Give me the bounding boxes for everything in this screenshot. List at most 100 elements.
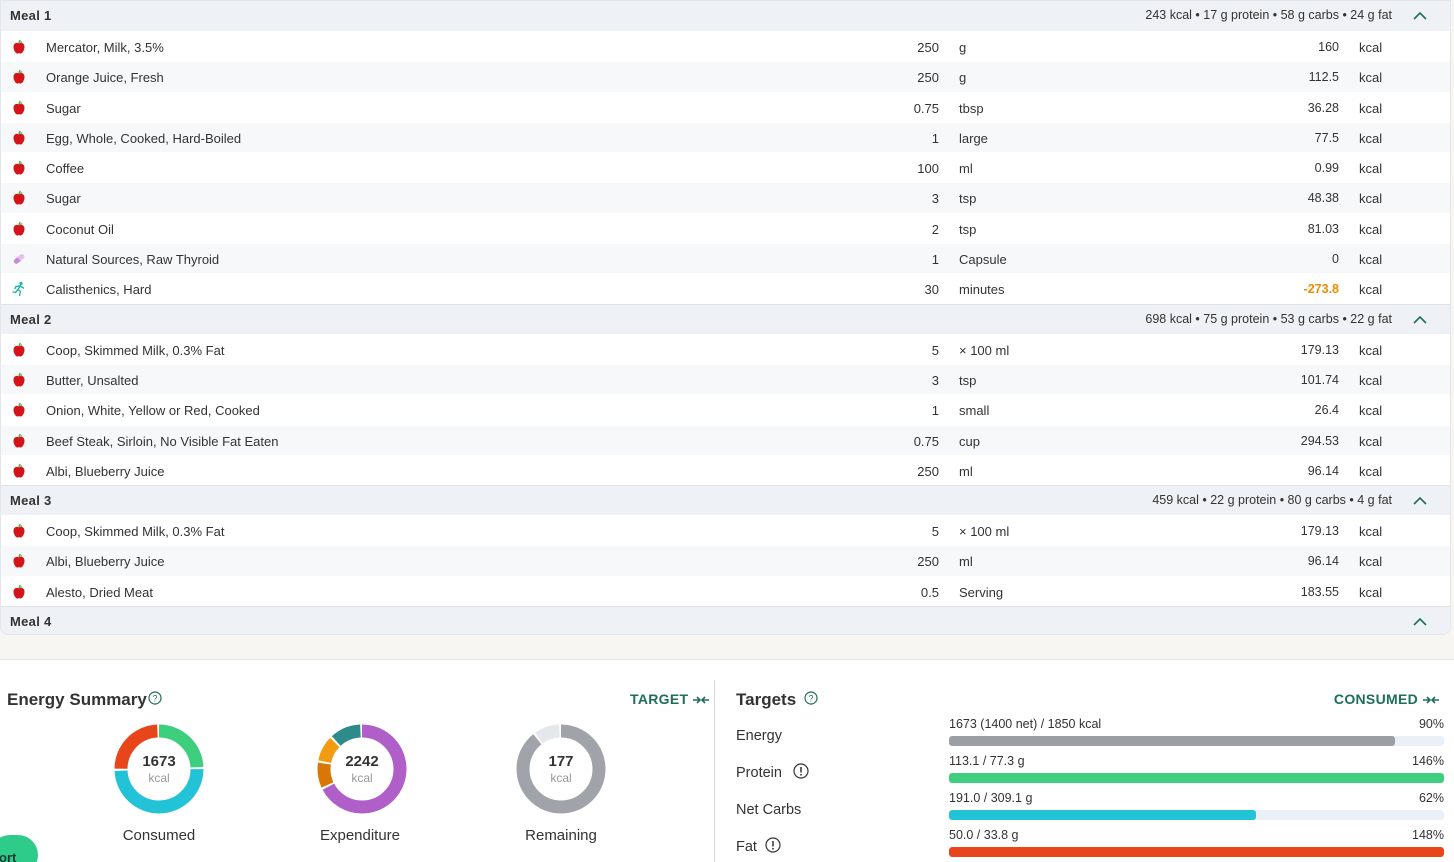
target-label: Net Carbs bbox=[736, 802, 802, 818]
food-unit[interactable]: tbsp bbox=[959, 101, 984, 116]
food-name[interactable]: Orange Juice, Fresh bbox=[46, 70, 164, 85]
apple-icon bbox=[13, 130, 25, 145]
collapse-button[interactable] bbox=[1412, 9, 1428, 23]
food-row[interactable]: Coop, Skimmed Milk, 0.3% Fat 5 × 100 ml 179… bbox=[1, 515, 1450, 545]
apple-icon bbox=[13, 523, 25, 538]
meal-header[interactable]: Meal 4 bbox=[1, 606, 1450, 634]
food-name[interactable]: Albi, Blueberry Juice bbox=[46, 464, 165, 479]
food-unit[interactable]: Serving bbox=[959, 585, 1003, 600]
food-name[interactable]: Sugar bbox=[46, 191, 81, 206]
target-progress-bar bbox=[949, 810, 1444, 820]
chevron-up-icon bbox=[1413, 497, 1427, 505]
food-unit[interactable]: cup bbox=[959, 434, 980, 449]
food-amount[interactable]: 250 bbox=[917, 464, 939, 479]
food-name[interactable]: Butter, Unsalted bbox=[46, 373, 139, 388]
food-name[interactable]: Egg, Whole, Cooked, Hard-Boiled bbox=[46, 131, 241, 146]
meal-header[interactable]: Meal 1 243 kcal • 17 g protein • 58 g car… bbox=[1, 1, 1450, 31]
target-progress-fill bbox=[949, 736, 1395, 746]
food-row[interactable]: Sugar 0.75 tbsp 36.28 kcal bbox=[1, 91, 1450, 122]
food-unit[interactable]: tsp bbox=[959, 373, 976, 388]
meal-header[interactable]: Meal 2 698 kcal • 75 g protein • 53 g car… bbox=[1, 303, 1450, 334]
food-amount[interactable]: 0.75 bbox=[914, 434, 939, 449]
food-amount[interactable]: 0.75 bbox=[914, 101, 939, 116]
food-amount[interactable]: 250 bbox=[917, 40, 939, 55]
target-toggle[interactable]: TARGET bbox=[630, 691, 710, 707]
food-unit[interactable]: ml bbox=[959, 161, 973, 176]
food-amount[interactable]: 30 bbox=[925, 282, 939, 297]
donut-unit: kcal bbox=[148, 771, 170, 785]
food-amount[interactable]: 250 bbox=[917, 554, 939, 569]
food-row[interactable]: Orange Juice, Fresh 250 g 112.5 kcal bbox=[1, 61, 1450, 92]
food-row[interactable]: Coconut Oil 2 tsp 81.03 kcal bbox=[1, 212, 1450, 243]
food-kcal: 101.74 bbox=[1300, 372, 1339, 387]
food-amount[interactable]: 5 bbox=[932, 524, 939, 539]
food-name[interactable]: Onion, White, Yellow or Red, Cooked bbox=[46, 403, 260, 418]
food-unit[interactable]: × 100 ml bbox=[959, 524, 1009, 539]
food-row[interactable]: Egg, Whole, Cooked, Hard-Boiled 1 large 77.… bbox=[1, 121, 1450, 153]
food-name[interactable]: Sugar bbox=[46, 101, 81, 116]
food-amount[interactable]: 2 bbox=[932, 222, 939, 237]
target-label: Protein bbox=[736, 765, 782, 781]
food-amount[interactable]: 250 bbox=[917, 70, 939, 85]
target-progress-fill bbox=[949, 847, 1444, 857]
food-row[interactable]: Alesto, Dried Meat 0.5 Serving 183.55 kcal bbox=[1, 575, 1450, 606]
food-unit[interactable]: tsp bbox=[959, 222, 976, 237]
help-icon[interactable]: ? bbox=[148, 691, 162, 705]
food-row[interactable]: Calisthenics, Hard 30 minutes -273.8 kcal bbox=[1, 273, 1450, 303]
energy-donut[interactable]: 177 kcal bbox=[515, 723, 607, 815]
food-unit[interactable]: g bbox=[959, 40, 966, 55]
food-row[interactable]: Coop, Skimmed Milk, 0.3% Fat 5 × 100 ml 179… bbox=[1, 333, 1450, 364]
food-name[interactable]: Calisthenics, Hard bbox=[46, 282, 152, 297]
food-unit[interactable]: minutes bbox=[959, 282, 1005, 297]
chevron-up-icon bbox=[1413, 315, 1427, 324]
help-icon[interactable]: ? bbox=[804, 691, 818, 705]
collapse-button[interactable] bbox=[1412, 313, 1428, 327]
food-amount[interactable]: 3 bbox=[932, 373, 939, 388]
food-row[interactable]: Butter, Unsalted 3 tsp 101.74 kcal bbox=[1, 363, 1450, 395]
kcal-unit: kcal bbox=[1359, 191, 1383, 207]
energy-donut[interactable]: 1673 kcal bbox=[113, 723, 205, 815]
food-amount[interactable]: 5 bbox=[932, 343, 939, 358]
food-unit[interactable]: × 100 ml bbox=[959, 343, 1009, 358]
food-unit[interactable]: ml bbox=[959, 554, 973, 569]
food-unit[interactable]: ml bbox=[959, 464, 973, 479]
info-icon[interactable] bbox=[793, 763, 809, 779]
energy-donut[interactable]: 2242 kcal bbox=[316, 723, 408, 815]
food-row[interactable]: Coffee 100 ml 0.99 kcal bbox=[1, 152, 1450, 182]
food-row[interactable]: Mercator, Milk, 3.5% 250 g 160 kcal bbox=[1, 31, 1450, 61]
food-unit[interactable]: tsp bbox=[959, 191, 976, 206]
food-amount[interactable]: 0.5 bbox=[921, 585, 939, 600]
food-row[interactable]: Onion, White, Yellow or Red, Cooked 1 smal… bbox=[1, 394, 1450, 424]
food-name[interactable]: Mercator, Milk, 3.5% bbox=[46, 40, 164, 55]
food-unit[interactable]: small bbox=[959, 403, 989, 418]
food-row[interactable]: Sugar 3 tsp 48.38 kcal bbox=[1, 182, 1450, 213]
food-name[interactable]: Coffee bbox=[46, 161, 84, 176]
food-amount[interactable]: 1 bbox=[932, 403, 939, 418]
food-name[interactable]: Coop, Skimmed Milk, 0.3% Fat bbox=[46, 343, 224, 358]
food-name[interactable]: Natural Sources, Raw Thyroid bbox=[46, 252, 219, 267]
food-amount[interactable]: 1 bbox=[932, 131, 939, 146]
food-unit[interactable]: g bbox=[959, 70, 966, 85]
food-amount[interactable]: 1 bbox=[932, 252, 939, 267]
food-amount[interactable]: 3 bbox=[932, 191, 939, 206]
food-row[interactable]: Natural Sources, Raw Thyroid 1 Capsule 0 kca… bbox=[1, 243, 1450, 274]
food-name[interactable]: Coop, Skimmed Milk, 0.3% Fat bbox=[46, 524, 224, 539]
collapse-button[interactable] bbox=[1412, 494, 1428, 508]
consumed-toggle[interactable]: CONSUMED bbox=[1334, 691, 1440, 707]
food-unit[interactable]: large bbox=[959, 131, 988, 146]
food-row[interactable]: Beef Steak, Sirloin, No Visible Fat Eate… bbox=[1, 424, 1450, 455]
food-row[interactable]: Albi, Blueberry Juice 250 ml 96.14 kcal bbox=[1, 454, 1450, 485]
meal-header[interactable]: Meal 3 459 kcal • 22 g protein • 80 g car… bbox=[1, 485, 1450, 516]
food-name[interactable]: Albi, Blueberry Juice bbox=[46, 554, 165, 569]
food-unit[interactable]: Capsule bbox=[959, 252, 1007, 267]
food-name[interactable]: Beef Steak, Sirloin, No Visible Fat Eate… bbox=[46, 434, 278, 449]
food-row[interactable]: Albi, Blueberry Juice 250 ml 96.14 kcal bbox=[1, 545, 1450, 576]
food-kcal: 77.5 bbox=[1314, 130, 1339, 145]
collapse-button[interactable] bbox=[1412, 615, 1428, 629]
info-icon[interactable] bbox=[765, 837, 781, 853]
apple-icon bbox=[13, 402, 25, 417]
target-value: 50.0 / 33.8 g bbox=[949, 828, 1019, 842]
food-name[interactable]: Coconut Oil bbox=[46, 222, 114, 237]
food-name[interactable]: Alesto, Dried Meat bbox=[46, 585, 153, 600]
food-amount[interactable]: 100 bbox=[917, 161, 939, 176]
